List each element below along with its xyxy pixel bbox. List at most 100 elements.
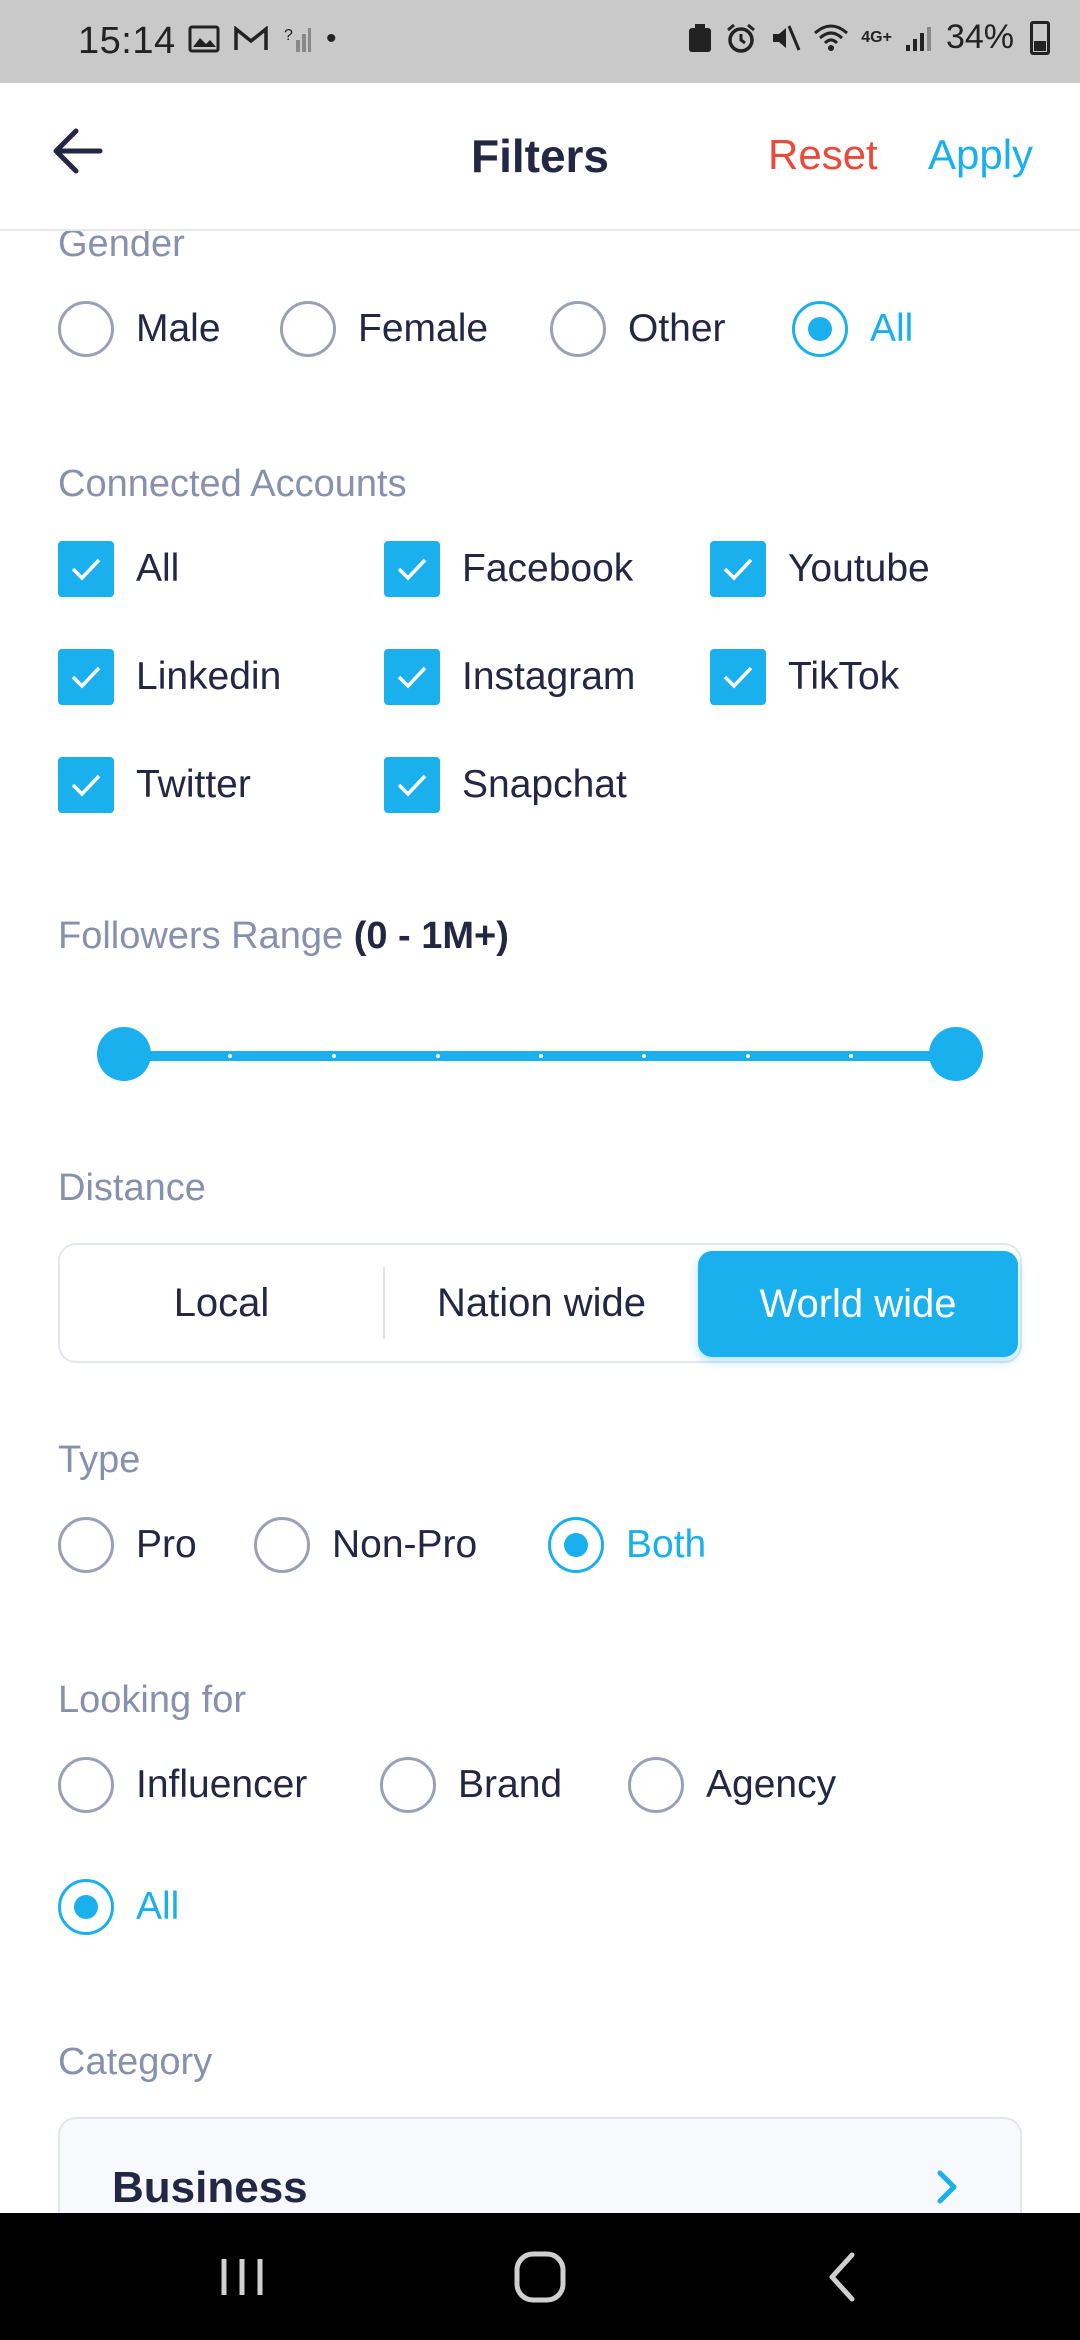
slider-tick <box>436 1054 440 1058</box>
radio-icon <box>58 1757 114 1813</box>
option-label: Brand <box>458 1763 563 1806</box>
gender-option-all[interactable]: All <box>792 301 913 357</box>
option-label: Non-Pro <box>332 1523 478 1566</box>
no-signal-icon: ? <box>284 27 311 52</box>
type-option-pro[interactable]: Pro <box>58 1517 197 1573</box>
recycle-icon <box>689 23 712 52</box>
option-label: All <box>136 1885 180 1928</box>
option-label: TikTok <box>788 655 900 698</box>
gender-option-male[interactable]: Male <box>58 301 221 357</box>
radio-icon <box>280 301 336 357</box>
slider-tick <box>642 1054 646 1058</box>
home-button[interactable] <box>508 2245 572 2309</box>
account-checkbox-twitter[interactable]: Twitter <box>58 757 251 813</box>
distance-label: Distance <box>58 1167 206 1209</box>
home-icon <box>514 2251 566 2303</box>
more-notifications-dot: • <box>326 22 337 55</box>
checkbox-checked-icon <box>384 649 440 705</box>
gender-option-other[interactable]: Other <box>550 301 726 357</box>
svg-text:?: ? <box>284 27 293 44</box>
option-label: All <box>870 307 914 350</box>
type-option-both[interactable]: Both <box>548 1517 706 1573</box>
radio-selected-icon <box>792 301 848 357</box>
radio-selected-icon <box>548 1517 604 1573</box>
category-selector[interactable]: Business <box>58 2117 1022 2213</box>
followers-range-value: (0 - 1M+) <box>353 915 509 957</box>
recent-apps-button[interactable] <box>210 2245 274 2309</box>
slider-tick <box>332 1054 336 1058</box>
status-time: 15:14 <box>78 20 176 62</box>
checkbox-checked-icon <box>384 541 440 597</box>
followers-range-max-handle[interactable] <box>929 1027 983 1081</box>
distance-segmented-control: Local Nation wide World wide <box>58 1243 1022 1363</box>
gender-label: Gender <box>58 231 185 265</box>
slider-tick <box>539 1054 543 1058</box>
looking-for-option-influencer[interactable]: Influencer <box>58 1757 307 1813</box>
gender-option-female[interactable]: Female <box>280 301 488 357</box>
option-label: Pro <box>136 1523 197 1566</box>
account-checkbox-linkedin[interactable]: Linkedin <box>58 649 281 705</box>
checkbox-checked-icon <box>58 757 114 813</box>
connected-accounts-label: Connected Accounts <box>58 463 407 505</box>
option-label: Female <box>358 307 489 350</box>
followers-range-track[interactable] <box>120 1051 960 1061</box>
option-label: Agency <box>706 1763 837 1806</box>
account-checkbox-youtube[interactable]: Youtube <box>710 541 930 597</box>
looking-for-option-agency[interactable]: Agency <box>628 1757 836 1813</box>
checkbox-checked-icon <box>710 649 766 705</box>
system-navigation-bar <box>0 2213 1080 2340</box>
gallery-icon <box>188 25 220 53</box>
type-option-non-pro[interactable]: Non-Pro <box>254 1517 477 1573</box>
category-value: Business <box>112 2163 308 2212</box>
slider-tick <box>849 1054 853 1058</box>
option-label: Influencer <box>136 1763 308 1806</box>
back-nav-button[interactable] <box>812 2245 876 2309</box>
followers-range-label: Followers Range (0 - 1M+) <box>58 915 509 958</box>
distance-option-nation-wide[interactable]: Nation wide <box>385 1245 698 1361</box>
account-checkbox-all[interactable]: All <box>58 541 179 597</box>
option-label: Instagram <box>462 655 636 698</box>
option-label: Linkedin <box>136 655 282 698</box>
option-label: Twitter <box>136 763 251 806</box>
account-checkbox-instagram[interactable]: Instagram <box>384 649 635 705</box>
filters-header: Filters Reset Apply <box>0 83 1080 231</box>
apply-button[interactable]: Apply <box>928 131 1033 179</box>
reset-button[interactable]: Reset <box>768 131 878 179</box>
gmail-icon <box>234 26 268 50</box>
account-checkbox-tiktok[interactable]: TikTok <box>710 649 899 705</box>
option-label: Snapchat <box>462 763 627 806</box>
option-label: Other <box>628 307 726 350</box>
followers-range-title: Followers Range <box>58 915 344 957</box>
checkbox-checked-icon <box>384 757 440 813</box>
checkbox-checked-icon <box>58 649 114 705</box>
radio-icon <box>58 301 114 357</box>
status-notification-icons: ? • <box>188 22 337 56</box>
battery-percent: 34% <box>945 18 1014 56</box>
signal-icon <box>905 26 931 51</box>
filters-content[interactable]: Gender Male Female Other All Connected A… <box>0 231 1080 2213</box>
type-label: Type <box>58 1439 141 1481</box>
followers-range-min-handle[interactable] <box>97 1027 151 1081</box>
battery-icon <box>1030 20 1050 55</box>
option-label: Facebook <box>462 547 634 590</box>
slider-tick <box>746 1054 750 1058</box>
option-label: All <box>136 547 180 590</box>
chevron-right-icon <box>937 2170 957 2204</box>
option-label: Youtube <box>788 547 930 590</box>
looking-for-option-brand[interactable]: Brand <box>380 1757 562 1813</box>
looking-for-label: Looking for <box>58 1679 247 1721</box>
radio-icon <box>550 301 606 357</box>
alarm-icon <box>727 23 756 53</box>
radio-icon <box>58 1517 114 1573</box>
looking-for-option-all[interactable]: All <box>58 1879 179 1935</box>
page-title: Filters <box>470 130 610 182</box>
distance-option-world-wide[interactable]: World wide <box>698 1251 1018 1357</box>
option-label: Both <box>626 1523 707 1566</box>
account-checkbox-facebook[interactable]: Facebook <box>384 541 633 597</box>
back-chevron-icon <box>829 2252 855 2302</box>
radio-icon <box>254 1517 310 1573</box>
distance-option-local[interactable]: Local <box>60 1245 383 1361</box>
account-checkbox-snapchat[interactable]: Snapchat <box>384 757 627 813</box>
recent-apps-icon <box>221 2259 263 2295</box>
slider-tick <box>228 1054 232 1058</box>
